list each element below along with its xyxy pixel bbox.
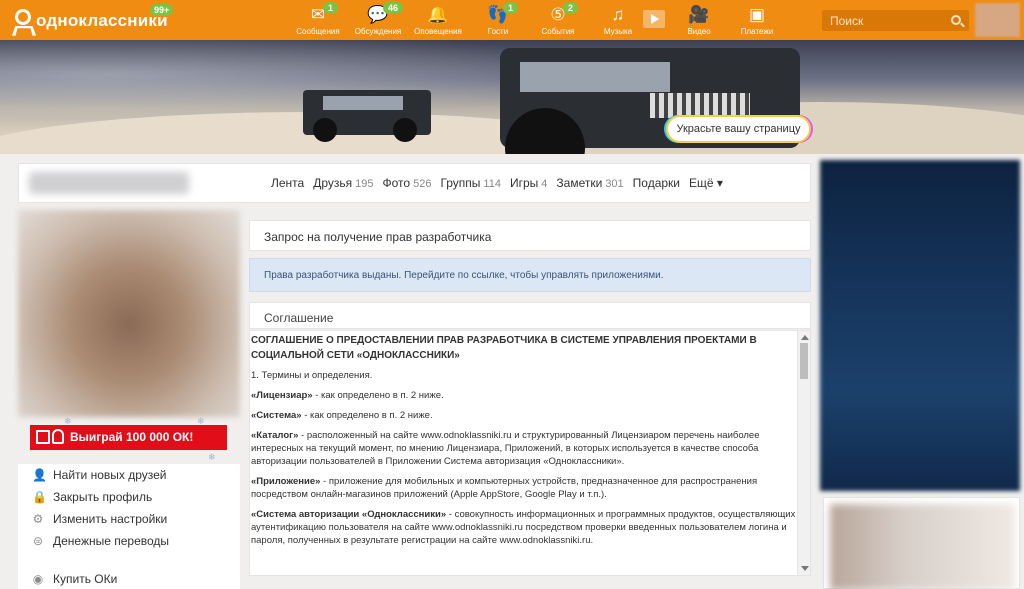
tab-photos[interactable]: Фото 526 [383,176,432,194]
nav-label: Сообщения [296,27,340,36]
tab-notes[interactable]: Заметки 301 [556,176,623,194]
search-input[interactable] [822,10,947,31]
tab-gifts[interactable]: Подарки [633,176,680,194]
menu-buy-ok[interactable]: ◉ Купить ОКи [18,568,240,589]
section-heading: 1. Термины и определения. [251,370,373,381]
profile-nav-bar: Лента Друзья 195 Фото 526 Группы 114 Игры 4 … [18,163,811,203]
promo-banner[interactable]: Выиграй 100 000 ОК! [30,425,227,450]
nav-video[interactable]: 🎥 Видео [669,4,729,38]
video-camera-icon: 🎥 [688,5,710,24]
scroll-up-arrow-icon[interactable] [801,335,809,340]
nav-label: События [541,27,575,36]
logo-badge: 99+ [150,4,174,16]
logo[interactable]: одноклассники 99+ [10,4,174,34]
snowflake-icon: ❄ [208,452,216,462]
search-box [822,10,969,31]
bell-icon [52,429,64,444]
gift-icon [36,430,50,444]
developer-rights-notice: Права разработчика выданы. Перейдите по … [249,258,811,292]
user-avatar[interactable] [975,3,1020,37]
nav-label: Оповещения [414,27,462,36]
left-menu: 👤 Найти новых друзей 🔒 Закрыть профиль ⚙… [18,464,240,589]
nav-badge: 2 [563,2,579,14]
agreement-heading: Соглашение [249,302,811,329]
developer-request-title: Запрос на получение прав разработчика [249,220,811,251]
nav-payments[interactable]: ▣ Платежи [727,4,787,38]
nav-label: Платежи [740,27,774,36]
tab-friends[interactable]: Друзья 195 [313,176,373,194]
nav-notifications[interactable]: 🔔 Оповещения [408,4,468,38]
tab-groups[interactable]: Группы 114 [440,176,501,194]
promo-label: Выиграй 100 000 ОК! [70,430,194,444]
music-note-icon: ♫ [611,5,625,24]
ok-logo-icon [10,8,32,34]
menu-close-profile[interactable]: 🔒 Закрыть профиль [18,486,240,508]
term-item: «Лицензиар» - как определено в п. 2 ниже… [251,390,444,401]
music-play-icon[interactable] [643,10,665,28]
gear-icon: ⚙ [32,512,44,526]
decorate-page-button[interactable]: Украсьте вашу страницу [668,117,809,141]
agreement-scroll-box[interactable]: СОГЛАШЕНИЕ О ПРЕДОСТАВЛЕНИИ ПРАВ РАЗРАБО… [249,330,811,576]
nav-events[interactable]: ⑤ 2 События [528,2,588,38]
top-bar: одноклассники 99+ ✉ 1 Сообщения 💬 46 Обс… [0,0,1024,40]
nav-badge: 1 [503,2,519,14]
nav-badge: 46 [383,2,404,14]
scroll-down-arrow-icon[interactable] [801,566,809,571]
notice-text[interactable]: Права разработчика выданы. Перейдите по … [264,270,664,281]
menu-find-friends[interactable]: 👤 Найти новых друзей [18,464,240,486]
agreement-scrollbar[interactable] [797,331,810,575]
bell-icon: 🔔 [427,5,449,24]
profile-tabs: Лента Друзья 195 Фото 526 Группы 114 Игры 4 … [271,176,732,194]
person-icon: 👤 [32,468,47,482]
menu-settings[interactable]: ⚙ Изменить настройки [18,508,240,530]
agreement-text: СОГЛАШЕНИЕ О ПРЕДОСТАВЛЕНИИ ПРАВ РАЗРАБО… [250,331,796,554]
cover-truck-small [303,90,431,142]
nav-guests[interactable]: 👣 1 Гости [468,2,528,38]
wallet-icon: ▣ [748,5,766,24]
right-ad-banner[interactable] [820,160,1020,491]
logo-text: одноклассники [36,11,168,30]
agreement-title: СОГЛАШЕНИЕ О ПРЕДОСТАВЛЕНИИ ПРАВ РАЗРАБО… [251,335,757,361]
term-item: «Каталог» - расположенный на сайте www.o… [251,430,760,467]
menu-money-transfers[interactable]: ⊜ Денежные переводы [18,530,240,552]
ok-coin-icon: ◉ [32,572,44,586]
term-item: «Приложение» - приложение для мобильных … [251,476,758,500]
nav-label: Музыка [603,27,633,36]
search-icon[interactable] [951,15,961,25]
nav-label: Видео [687,27,711,36]
profile-cover-banner [0,40,1024,154]
scroll-thumb[interactable] [800,343,808,379]
profile-photo[interactable] [18,210,240,417]
nav-label: Гости [487,27,509,36]
right-friend-card[interactable] [823,497,1020,589]
nav-discussions[interactable]: 💬 46 Обсуждения [348,2,408,38]
lock-icon: 🔒 [32,490,47,504]
nav-messages[interactable]: ✉ 1 Сообщения [288,2,348,38]
money-transfer-icon: ⊜ [32,534,44,548]
tab-games[interactable]: Игры 4 [510,176,547,194]
tab-more[interactable]: Ещё [689,176,723,194]
profile-name-blurred [29,172,189,194]
term-item: «Система авторизации «Одноклассники» - с… [251,509,796,546]
nav-badge: 1 [323,2,339,14]
tab-feed[interactable]: Лента [271,176,304,194]
nav-label: Обсуждения [354,27,402,36]
term-item: «Система» - как определено в п. 2 ниже. [251,410,433,421]
nav-music[interactable]: ♫ Музыка [588,4,648,38]
friend-photo-blurred [830,504,1015,589]
